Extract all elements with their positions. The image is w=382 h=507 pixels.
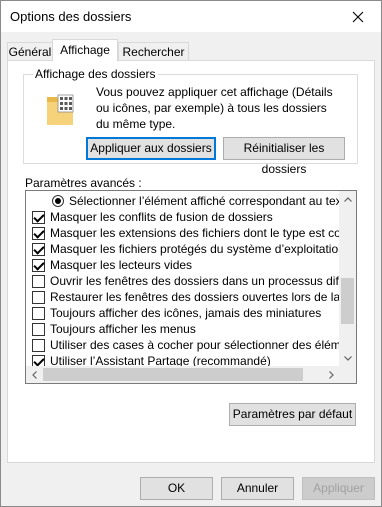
tab-search[interactable]: Rechercher xyxy=(118,42,189,62)
chevron-up-icon xyxy=(343,197,352,202)
checkbox[interactable] xyxy=(32,323,45,336)
close-icon xyxy=(352,11,364,22)
scroll-down-button[interactable] xyxy=(339,350,356,367)
checkbox[interactable] xyxy=(32,275,45,288)
cancel-button[interactable]: Annuler xyxy=(221,477,294,500)
checkbox[interactable] xyxy=(32,259,45,272)
window-title: Options des dossiers xyxy=(10,9,132,24)
advanced-setting-row[interactable]: Toujours afficher les menus xyxy=(26,321,340,337)
radio-button[interactable] xyxy=(52,195,64,207)
tab-view[interactable]: Affichage xyxy=(52,39,118,62)
advanced-setting-label: Masquer les conflits de fusion de dossie… xyxy=(50,210,273,224)
advanced-settings-list[interactable]: Sélectionner l’élément affiché correspon… xyxy=(25,190,357,384)
folder-options-dialog: Options des dossiers Général Affichage R… xyxy=(0,0,382,507)
advanced-setting-label: Masquer les fichiers protégés du système… xyxy=(50,242,340,256)
advanced-setting-label: Restaurer les fenêtres des dossiers ouve… xyxy=(50,290,340,304)
vertical-scroll-thumb[interactable] xyxy=(341,278,354,324)
chevron-right-icon xyxy=(329,370,334,379)
advanced-setting-label: Masquer les lecteurs vides xyxy=(50,258,193,272)
vertical-scrollbar[interactable] xyxy=(339,191,356,367)
advanced-setting-row[interactable]: Masquer les conflits de fusion de dossie… xyxy=(26,209,340,225)
checkbox[interactable] xyxy=(32,243,45,256)
scrollbar-corner xyxy=(339,366,356,383)
advanced-setting-label: Toujours afficher les menus xyxy=(50,322,196,336)
folder-options-icon xyxy=(47,94,74,125)
advanced-setting-row[interactable]: Sélectionner l’élément affiché correspon… xyxy=(26,193,340,209)
chevron-left-icon xyxy=(32,370,37,379)
folder-views-group-label: Affichage des dossiers xyxy=(33,67,158,81)
restore-defaults-button[interactable]: Paramètres par défaut xyxy=(229,403,356,426)
advanced-setting-label: Ouvrir les fenêtres des dossiers dans un… xyxy=(50,274,340,288)
scroll-up-button[interactable] xyxy=(339,191,356,208)
apply-button[interactable]: Appliquer xyxy=(302,477,375,500)
advanced-setting-row[interactable]: Utiliser des cases à cocher pour sélecti… xyxy=(26,337,340,353)
ok-button[interactable]: OK xyxy=(140,477,213,500)
advanced-setting-label: Sélectionner l’élément affiché correspon… xyxy=(69,194,340,208)
checkbox[interactable] xyxy=(32,291,45,304)
title-bar: Options des dossiers xyxy=(1,1,381,32)
horizontal-scrollbar[interactable] xyxy=(26,366,340,383)
checkbox[interactable] xyxy=(32,339,45,352)
scroll-right-button[interactable] xyxy=(323,366,340,383)
advanced-setting-row[interactable]: Masquer les lecteurs vides xyxy=(26,257,340,273)
advanced-settings-label: Paramètres avancés : xyxy=(25,176,142,190)
checkbox[interactable] xyxy=(32,211,45,224)
advanced-setting-label: Utiliser des cases à cocher pour sélecti… xyxy=(50,338,340,352)
scroll-left-button[interactable] xyxy=(26,366,43,383)
advanced-setting-label: Masquer les extensions des fichiers dont… xyxy=(50,226,340,240)
advanced-setting-row[interactable]: Masquer les fichiers protégés du système… xyxy=(26,241,340,257)
apply-to-folders-button[interactable]: Appliquer aux dossiers xyxy=(86,137,216,160)
advanced-setting-label: Toujours afficher des icônes, jamais des… xyxy=(50,306,322,320)
advanced-setting-row[interactable]: Masquer les extensions des fichiers dont… xyxy=(26,225,340,241)
folder-views-description: Vous pouvez appliquer cet affichage (Dét… xyxy=(96,85,333,131)
chevron-down-icon xyxy=(343,356,352,361)
advanced-setting-row[interactable]: Ouvrir les fenêtres des dossiers dans un… xyxy=(26,273,340,289)
horizontal-scroll-thumb[interactable] xyxy=(43,368,303,381)
checkbox[interactable] xyxy=(32,227,45,240)
tab-general[interactable]: Général xyxy=(7,42,53,62)
advanced-setting-row[interactable]: Restaurer les fenêtres des dossiers ouve… xyxy=(26,289,340,305)
close-button[interactable] xyxy=(335,1,381,32)
checkbox[interactable] xyxy=(32,307,45,320)
advanced-settings-items: Sélectionner l’élément affiché correspon… xyxy=(26,193,340,369)
advanced-setting-row[interactable]: Toujours afficher des icônes, jamais des… xyxy=(26,305,340,321)
reset-folders-button[interactable]: Réinitialiser les dossiers xyxy=(223,137,345,176)
